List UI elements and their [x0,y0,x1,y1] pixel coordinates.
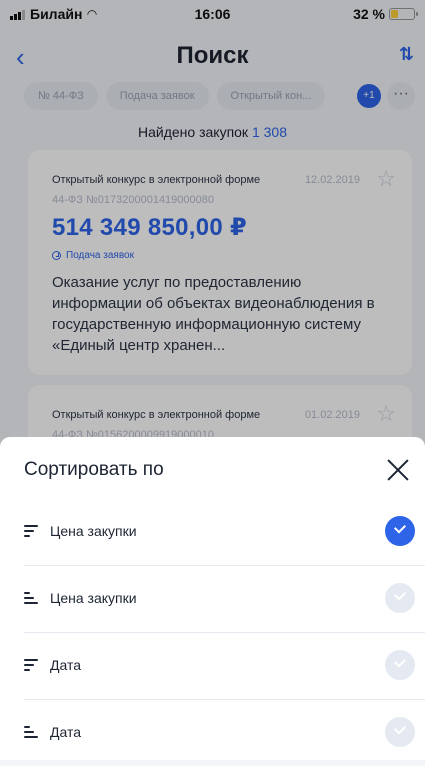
sort-option-price-desc[interactable]: Цена закупки [24,499,425,566]
sort-option-price-asc[interactable]: Цена закупки [24,566,425,633]
sort-option-date-desc[interactable]: Дата [24,633,425,700]
sheet-title: Сортировать по [24,459,164,480]
check-icon[interactable] [385,583,415,613]
check-icon[interactable] [385,516,415,546]
sort-desc-icon [24,525,38,537]
check-icon[interactable] [385,650,415,680]
sort-option-label: Цена закупки [50,523,137,539]
sort-option-date-asc[interactable]: Дата [24,700,425,766]
screen: Билайн ◠ 16:06 32 % ‹ Поиск ⇅ № 44-ФЗ По… [0,0,425,760]
sort-asc-icon [24,592,38,604]
check-icon[interactable] [385,717,415,747]
close-icon[interactable] [387,459,409,481]
sort-sheet: Сортировать по Цена закупки Цена закупки… [0,437,425,760]
sort-option-label: Дата [50,724,82,740]
sort-option-label: Цена закупки [50,590,137,606]
sort-option-label: Дата [50,657,82,673]
sort-asc-icon [24,726,38,738]
sort-desc-icon [24,659,38,671]
